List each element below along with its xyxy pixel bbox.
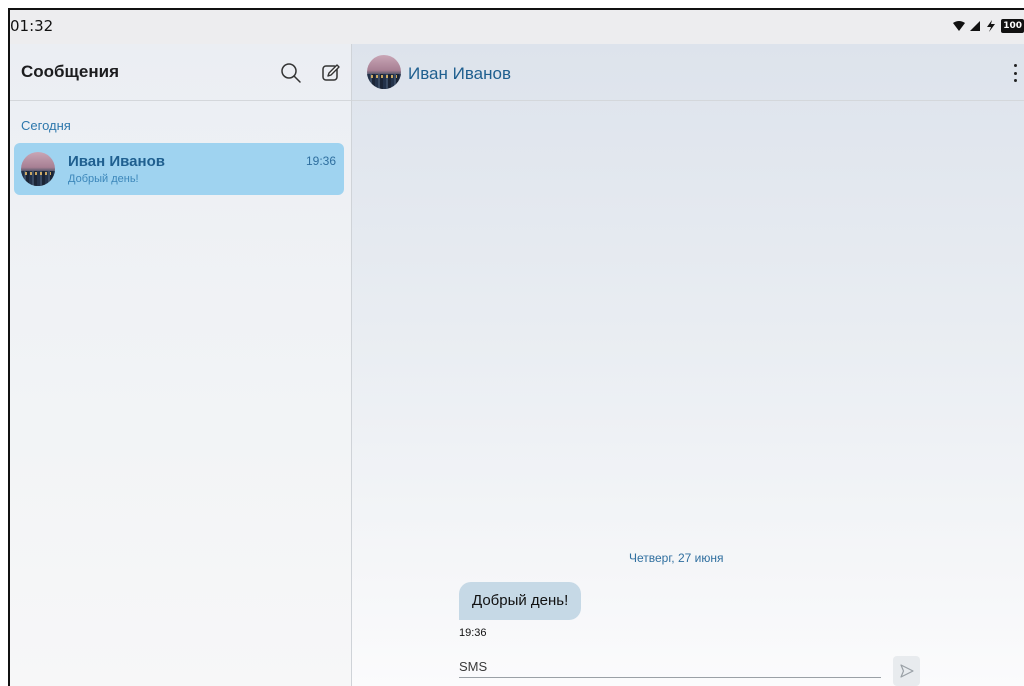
status-icons: 100 bbox=[953, 19, 1024, 33]
message-bubble[interactable]: Добрый день! bbox=[459, 582, 582, 620]
send-button[interactable] bbox=[893, 656, 920, 686]
more-options-icon[interactable] bbox=[1010, 62, 1020, 84]
message-input[interactable] bbox=[459, 655, 881, 678]
signal-icon bbox=[970, 21, 981, 31]
avatar bbox=[21, 152, 55, 186]
search-icon[interactable] bbox=[280, 62, 302, 84]
conversations-header: Сообщения bbox=[10, 44, 351, 101]
page-title: Сообщения bbox=[21, 62, 119, 81]
conversation-preview: Добрый день! bbox=[68, 173, 139, 185]
conversation-time: 19:36 bbox=[305, 154, 336, 168]
app-frame: 01:32 100 Сообщения Сегодня Иван Иванов … bbox=[8, 8, 1024, 686]
message-time: 19:36 bbox=[459, 627, 487, 639]
contact-name[interactable]: Иван Иванов bbox=[408, 64, 511, 84]
status-bar: 01:32 100 bbox=[10, 10, 1024, 45]
conversation-name: Иван Иванов bbox=[68, 153, 165, 170]
wifi-icon bbox=[953, 21, 966, 31]
conversations-panel: Сообщения Сегодня Иван Иванов Добрый ден… bbox=[10, 44, 352, 686]
compose-icon[interactable] bbox=[321, 63, 341, 83]
section-label-today: Сегодня bbox=[21, 118, 71, 133]
date-separator: Четверг, 27 июня bbox=[629, 551, 724, 565]
send-icon bbox=[899, 664, 914, 678]
chat-header: Иван Иванов bbox=[352, 44, 1024, 101]
status-time: 01:32 bbox=[10, 17, 54, 35]
contact-avatar[interactable] bbox=[367, 55, 401, 89]
conversation-item[interactable]: Иван Иванов Добрый день! 19:36 bbox=[14, 143, 344, 195]
chat-panel: Иван Иванов Четверг, 27 июня Добрый день… bbox=[352, 44, 1024, 686]
battery-icon: 100 bbox=[1001, 19, 1024, 33]
charging-icon bbox=[987, 20, 996, 32]
